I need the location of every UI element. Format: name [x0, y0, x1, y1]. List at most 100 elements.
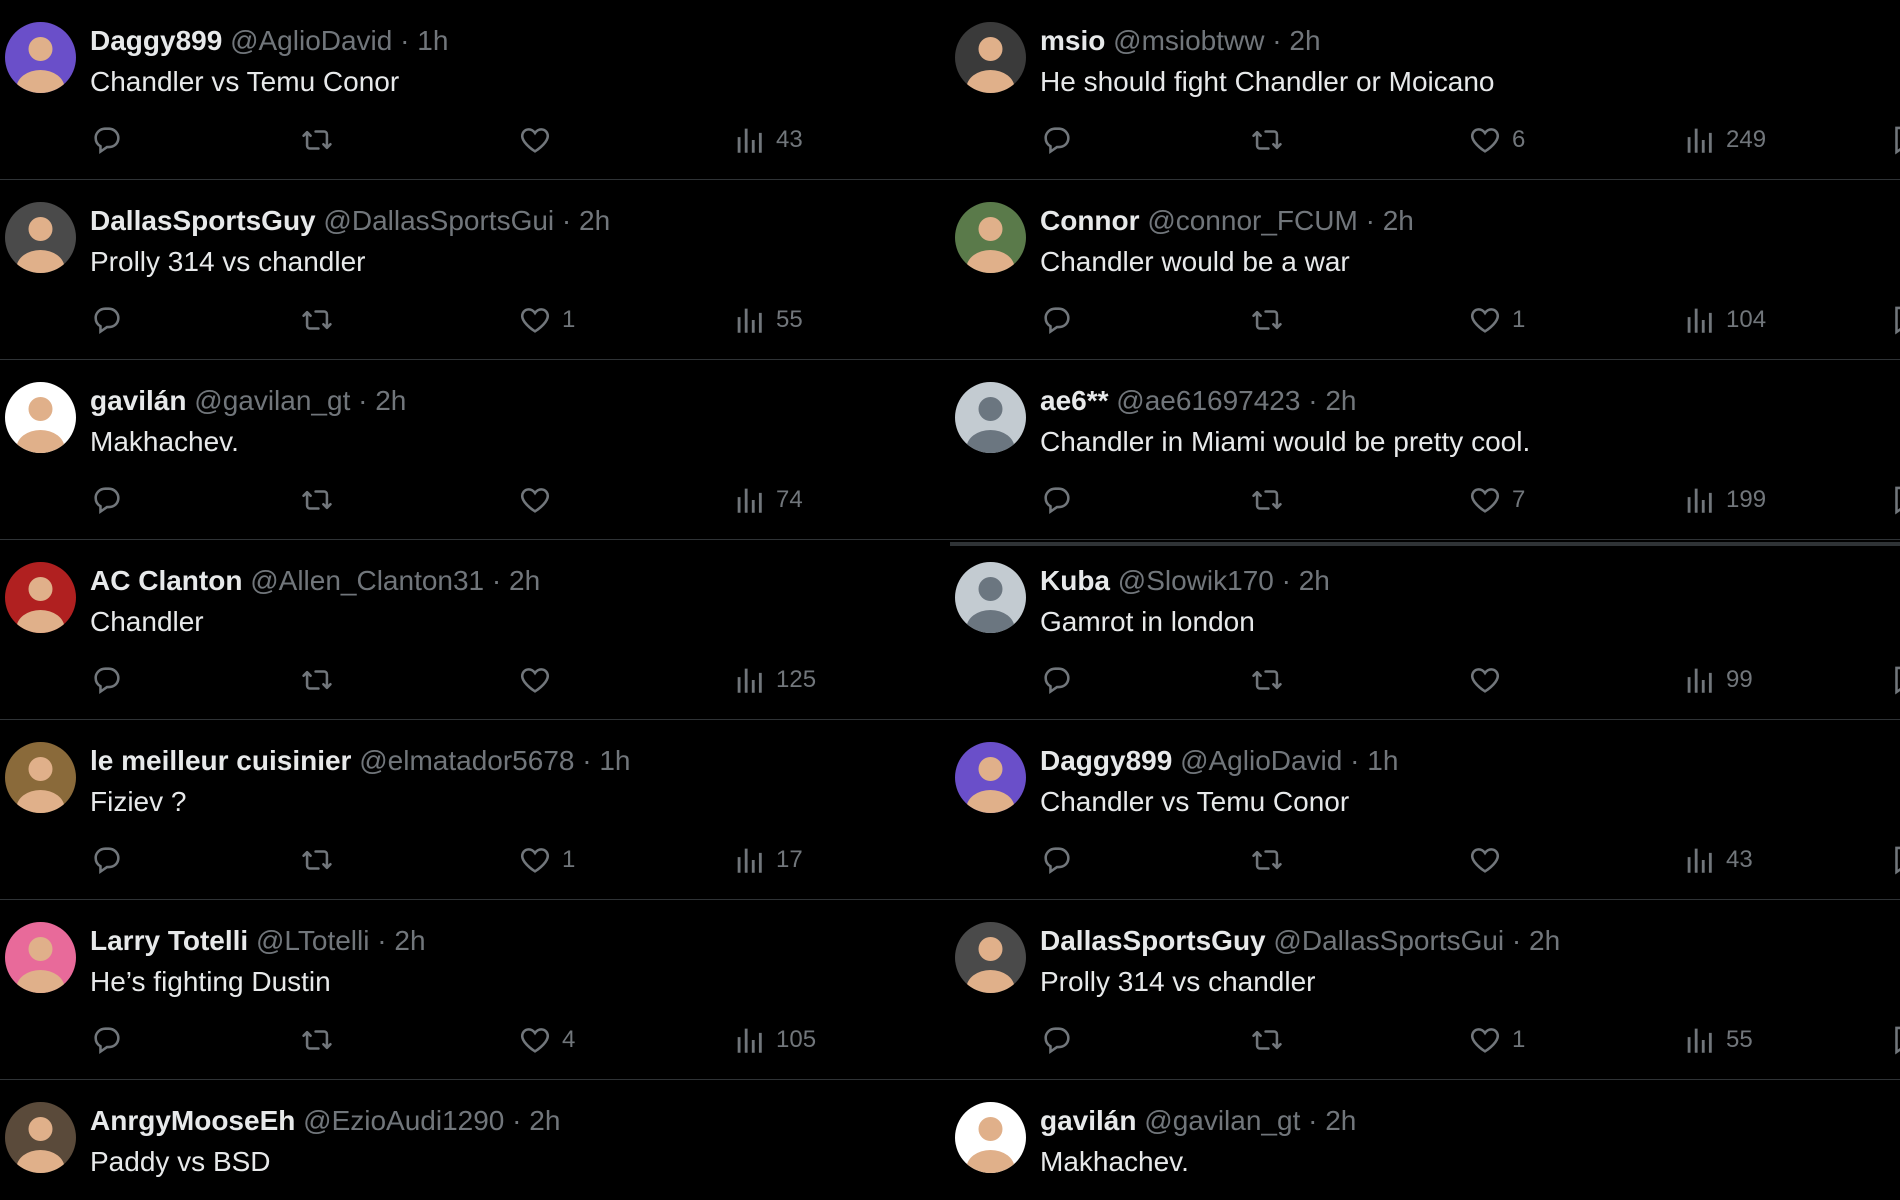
- timestamp[interactable]: 1h: [1367, 745, 1398, 776]
- reply-button[interactable]: [1040, 840, 1074, 880]
- user-handle[interactable]: @LTotelli: [256, 925, 370, 956]
- user-handle[interactable]: @DallasSportsGui: [1273, 925, 1504, 956]
- retweet-button[interactable]: [1250, 120, 1284, 160]
- like-button[interactable]: 4: [518, 1020, 575, 1060]
- display-name[interactable]: AnrgyMooseEh: [90, 1105, 295, 1136]
- retweet-button[interactable]: [1250, 1020, 1284, 1060]
- views-button[interactable]: 43: [1682, 840, 1753, 880]
- reply-button[interactable]: [90, 1020, 124, 1060]
- reply-tweet[interactable]: Daggy899 @AglioDavid · 1h Chandler vs Tem…: [950, 720, 1900, 900]
- avatar[interactable]: [955, 742, 1026, 813]
- display-name[interactable]: Kuba: [1040, 565, 1110, 596]
- views-button[interactable]: 249: [1682, 120, 1766, 160]
- timestamp[interactable]: 2h: [1325, 1105, 1356, 1136]
- user-handle[interactable]: @EzioAudi1290: [303, 1105, 504, 1136]
- like-button[interactable]: 7: [1468, 480, 1525, 520]
- timestamp[interactable]: 2h: [1529, 925, 1560, 956]
- retweet-button[interactable]: [300, 660, 334, 700]
- avatar[interactable]: [955, 562, 1026, 633]
- retweet-button[interactable]: [300, 300, 334, 340]
- like-button[interactable]: [518, 660, 562, 700]
- reply-tweet[interactable]: DallasSportsGuy @DallasSportsGui · 2h Pro…: [0, 180, 950, 360]
- display-name[interactable]: Daggy899: [1040, 745, 1172, 776]
- user-handle[interactable]: @DallasSportsGui: [323, 205, 554, 236]
- display-name[interactable]: le meilleur cuisinier: [90, 745, 351, 776]
- views-button[interactable]: 105: [732, 1020, 816, 1060]
- views-button[interactable]: 74: [732, 480, 803, 520]
- avatar[interactable]: [955, 1102, 1026, 1173]
- bookmark-button[interactable]: [1888, 840, 1900, 880]
- timestamp[interactable]: 2h: [394, 925, 425, 956]
- like-button[interactable]: [518, 480, 562, 520]
- user-handle[interactable]: @gavilan_gt: [1144, 1105, 1300, 1136]
- reply-button[interactable]: [90, 480, 124, 520]
- timestamp[interactable]: 2h: [579, 205, 610, 236]
- reply-tweet[interactable]: msio @msiobtww · 2h He should fight Chand…: [950, 0, 1900, 180]
- views-button[interactable]: 17: [732, 840, 803, 880]
- display-name[interactable]: AC Clanton: [90, 565, 242, 596]
- like-button[interactable]: [518, 120, 562, 160]
- views-button[interactable]: 55: [732, 300, 803, 340]
- display-name[interactable]: Larry Totelli: [90, 925, 248, 956]
- like-button[interactable]: 1: [518, 300, 575, 340]
- display-name[interactable]: Connor: [1040, 205, 1140, 236]
- timestamp[interactable]: 2h: [509, 565, 540, 596]
- retweet-button[interactable]: [1250, 840, 1284, 880]
- retweet-button[interactable]: [1250, 300, 1284, 340]
- views-button[interactable]: 43: [732, 120, 803, 160]
- views-button[interactable]: 199: [1682, 480, 1766, 520]
- user-handle[interactable]: @connor_FCUM: [1147, 205, 1357, 236]
- bookmark-button[interactable]: [1888, 660, 1900, 700]
- reply-button[interactable]: [1040, 1020, 1074, 1060]
- display-name[interactable]: DallasSportsGuy: [90, 205, 316, 236]
- user-handle[interactable]: @AglioDavid: [1180, 745, 1342, 776]
- avatar[interactable]: [955, 922, 1026, 993]
- avatar[interactable]: [5, 922, 76, 993]
- reply-tweet[interactable]: Connor @connor_FCUM · 2h Chandler would b…: [950, 180, 1900, 360]
- like-button[interactable]: 1: [518, 840, 575, 880]
- like-button[interactable]: [1468, 840, 1512, 880]
- bookmark-button[interactable]: [1888, 300, 1900, 340]
- retweet-button[interactable]: [300, 840, 334, 880]
- user-handle[interactable]: @gavilan_gt: [194, 385, 350, 416]
- views-button[interactable]: 99: [1682, 660, 1753, 700]
- timestamp[interactable]: 2h: [375, 385, 406, 416]
- retweet-button[interactable]: [1250, 480, 1284, 520]
- like-button[interactable]: 1: [1468, 300, 1525, 340]
- timestamp[interactable]: 2h: [1325, 385, 1356, 416]
- views-button[interactable]: 125: [732, 660, 816, 700]
- reply-button[interactable]: [90, 840, 124, 880]
- reply-button[interactable]: [90, 120, 124, 160]
- reply-tweet[interactable]: AnrgyMooseEh @EzioAudi1290 · 2h Paddy vs …: [0, 1080, 950, 1200]
- reply-button[interactable]: [1040, 660, 1074, 700]
- display-name[interactable]: Daggy899: [90, 25, 222, 56]
- reply-tweet[interactable]: le meilleur cuisinier @elmatador5678 · 1…: [0, 720, 950, 900]
- user-handle[interactable]: @Slowik170: [1118, 565, 1274, 596]
- user-handle[interactable]: @elmatador5678: [359, 745, 574, 776]
- bookmark-button[interactable]: [1888, 1020, 1900, 1060]
- avatar[interactable]: [5, 562, 76, 633]
- user-handle[interactable]: @AglioDavid: [230, 25, 392, 56]
- timestamp[interactable]: 2h: [1289, 25, 1320, 56]
- views-button[interactable]: 104: [1682, 300, 1766, 340]
- like-button[interactable]: 6: [1468, 120, 1525, 160]
- reply-tweet[interactable]: Kuba @Slowik170 · 2h Gamrot in london 99: [950, 540, 1900, 720]
- timestamp[interactable]: 1h: [599, 745, 630, 776]
- timestamp[interactable]: 2h: [529, 1105, 560, 1136]
- display-name[interactable]: gavilán: [90, 385, 186, 416]
- timestamp[interactable]: 1h: [417, 25, 448, 56]
- user-handle[interactable]: @msiobtww: [1113, 25, 1264, 56]
- reply-tweet[interactable]: gavilán @gavilan_gt · 2h Makhachev. 74: [0, 360, 950, 540]
- bookmark-button[interactable]: [1888, 120, 1900, 160]
- reply-tweet[interactable]: ae6** @ae61697423 · 2h Chandler in Miami …: [950, 360, 1900, 540]
- bookmark-button[interactable]: [1888, 480, 1900, 520]
- avatar[interactable]: [5, 202, 76, 273]
- avatar[interactable]: [5, 742, 76, 813]
- avatar[interactable]: [955, 202, 1026, 273]
- like-button[interactable]: [1468, 660, 1512, 700]
- user-handle[interactable]: @ae61697423: [1116, 385, 1300, 416]
- avatar[interactable]: [5, 1102, 76, 1173]
- retweet-button[interactable]: [300, 1020, 334, 1060]
- avatar[interactable]: [955, 22, 1026, 93]
- timestamp[interactable]: 2h: [1383, 205, 1414, 236]
